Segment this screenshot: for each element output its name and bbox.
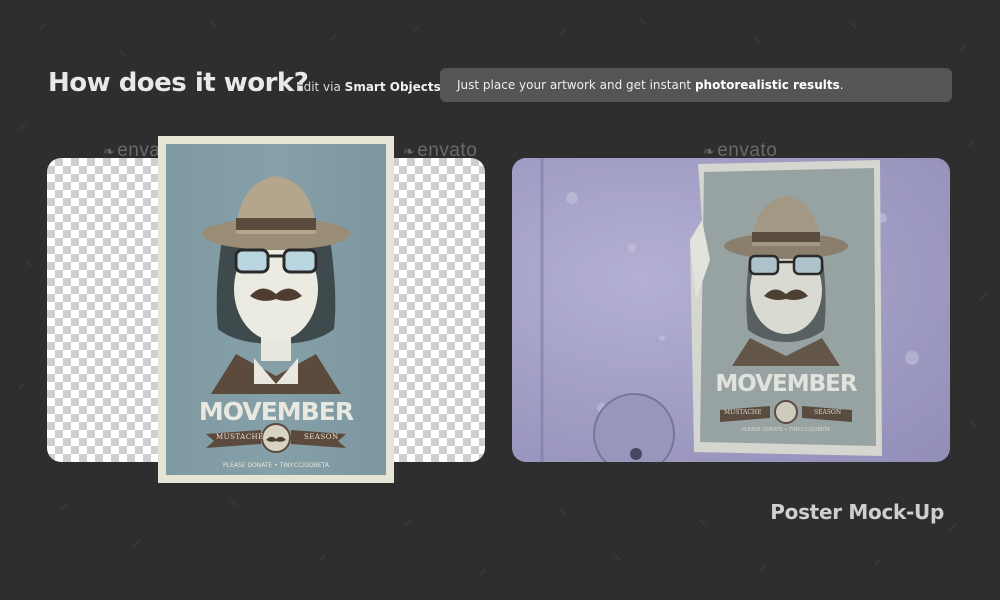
pill-suffix: . xyxy=(839,78,844,92)
artwork-title: MOVEMBER xyxy=(198,397,354,426)
mockup-title: MOVEMBER xyxy=(715,371,857,397)
watermark-2: ❧ envato xyxy=(403,140,477,162)
artwork-poster: MOVEMBER MUSTACHE SEASON PLEASE DONATE •… xyxy=(158,136,394,483)
mockup-ribbon-left: MUSTACHE xyxy=(724,409,762,416)
pill-bold: photorealistic results xyxy=(694,78,840,92)
info-pill: Just place your artwork and get instant … xyxy=(440,68,952,102)
watermark-text: envato xyxy=(717,140,778,161)
subtitle: Edit via Smart Objects. xyxy=(296,80,445,94)
envato-leaf-icon: ❧ xyxy=(103,143,116,159)
watermark-3: ❧ envato xyxy=(703,140,777,162)
pill-text: Just place your artwork and get instant xyxy=(457,78,692,92)
artwork-footer: PLEASE DONATE • TINY.CC/GOBETA xyxy=(223,462,329,469)
product-name: Poster Mock-Up xyxy=(770,500,944,524)
subtitle-prefix: Edit via xyxy=(296,80,341,94)
artwork-ribbon-right: SEASON xyxy=(304,433,339,441)
artwork-poster-inner: MOVEMBER MUSTACHE SEASON PLEASE DONATE •… xyxy=(166,144,386,475)
mockup-ribbon-right: SEASON xyxy=(814,409,842,416)
page-title: How does it work? xyxy=(48,68,309,98)
watermark-text: envato xyxy=(417,140,478,161)
mockup-footer: PLEASE DONATE • TINY.CC/GOBETA xyxy=(741,427,831,433)
mockup-poster xyxy=(690,160,882,456)
subtitle-bold: Smart Objects. xyxy=(344,80,446,94)
envato-leaf-icon: ❧ xyxy=(403,143,416,159)
envato-leaf-icon: ❧ xyxy=(703,143,716,159)
artwork-ribbon-left: MUSTACHE xyxy=(216,433,264,441)
